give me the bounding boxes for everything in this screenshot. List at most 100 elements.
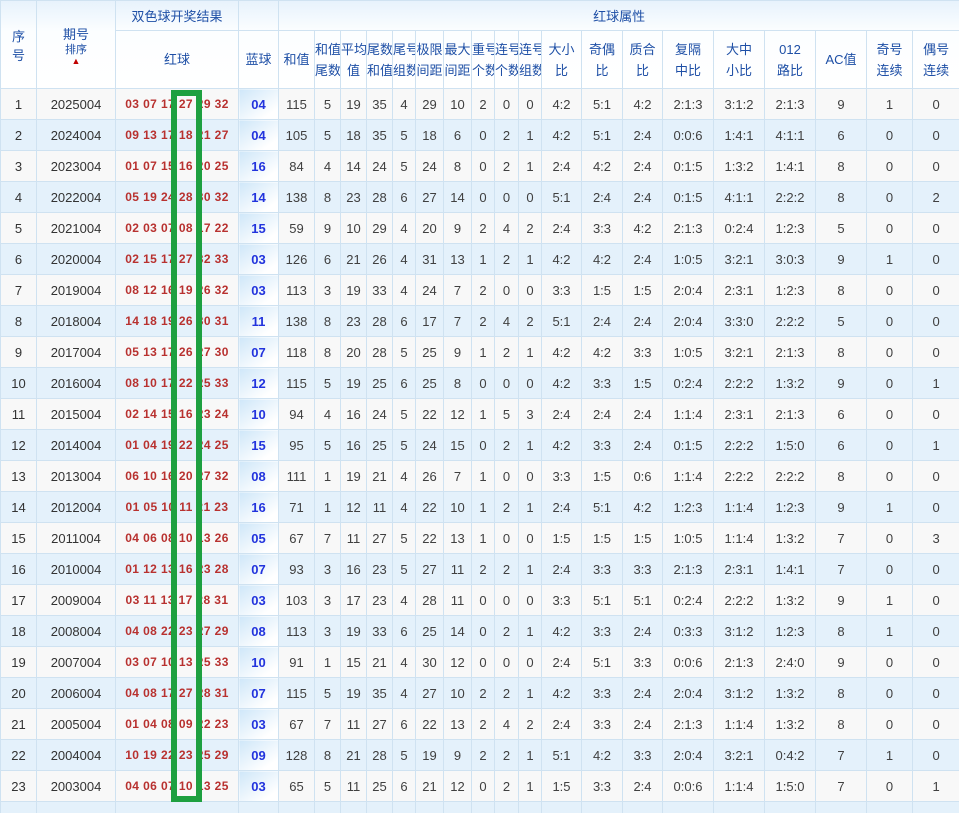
attr-header-line2: 比	[635, 62, 649, 78]
attr-cell-18: 0	[911, 460, 959, 492]
attr-header-line1: 和值	[283, 52, 310, 67]
attr-cell-17: 0	[866, 274, 913, 306]
attr-cell-18: 1	[911, 429, 959, 461]
attr-cell-1: 5	[314, 119, 341, 151]
attr-cell-14: 4:1:1	[713, 181, 765, 213]
attr-cell-11: 5:1	[581, 584, 623, 616]
attr-cell-4: 4	[392, 584, 416, 616]
attr-header-line1: 偶号	[923, 41, 950, 57]
period-cell: 2011004	[36, 522, 116, 554]
col-header-attr-15: 012 路比	[764, 30, 816, 89]
attr-cell-14: 2:2:2	[713, 460, 765, 492]
attr-cell-16: 7	[815, 739, 867, 771]
attr-header-line2: 连续	[923, 62, 950, 78]
blue-ball-cell: 04	[238, 119, 279, 151]
attr-cell-0: 71	[278, 491, 315, 523]
red-balls-cell: 03 07 10 13 25 33	[115, 646, 239, 678]
attr-cell-1: 5	[314, 770, 341, 802]
attr-header-line1: 连号	[495, 41, 519, 57]
attr-cell-2: 19	[340, 677, 367, 709]
attr-cell-17: 0	[866, 677, 913, 709]
attr-cell-16: 8	[815, 150, 867, 182]
attr-cell-2: 15	[340, 646, 367, 678]
col-header-attr-11: 奇偶比	[581, 30, 623, 89]
attr-cell-13: 0:0:6	[662, 119, 714, 151]
attr-cell-6: 13	[443, 708, 472, 740]
partial-bottom-row	[0, 801, 959, 813]
attr-cell-17: 0	[866, 429, 913, 461]
partial-cell	[238, 801, 279, 813]
attr-cell-10: 1:5	[541, 770, 582, 802]
attr-cell-5: 25	[415, 615, 444, 647]
attr-cell-5: 27	[415, 677, 444, 709]
red-balls-cell: 05 19 24 28 30 32	[115, 181, 239, 213]
attr-cell-2: 20	[340, 336, 367, 368]
period-label: 期号	[62, 26, 89, 42]
attr-cell-12: 2:4	[622, 305, 663, 337]
attr-cell-18: 0	[911, 677, 959, 709]
blue-ball-cell: 04	[238, 88, 279, 120]
table-row: 23 2003004 04 06 07 10 13 25 03 65 5 11 25 6 21 12…	[0, 770, 959, 802]
period-cell: 2012004	[36, 491, 116, 523]
attr-cell-12: 1:5	[622, 367, 663, 399]
sort-ascending-icon[interactable]: ▲	[38, 56, 115, 66]
attr-cell-7: 0	[471, 181, 495, 213]
blue-ball-cell: 15	[238, 212, 279, 244]
seq-cell: 14	[0, 491, 37, 523]
attr-cell-2: 16	[340, 553, 367, 585]
partial-cell	[340, 801, 367, 813]
period-cell: 2005004	[36, 708, 116, 740]
red-balls-cell: 03 07 17 27 29 32	[115, 88, 239, 120]
table-row: 3 2023004 01 07 15 16 20 25 16 84 4 14 24 5 24 8 0 2…	[0, 150, 959, 182]
attr-cell-5: 22	[415, 398, 444, 430]
col-header-attr-12: 质合比	[622, 30, 663, 89]
attr-cell-0: 105	[278, 119, 315, 151]
attr-cell-8: 0	[494, 181, 519, 213]
partial-cell	[815, 801, 867, 813]
col-header-period-sort[interactable]: 期号 排序 ▲	[36, 0, 116, 89]
attr-cell-18: 0	[911, 119, 959, 151]
attr-cell-2: 17	[340, 584, 367, 616]
attr-cell-3: 35	[366, 119, 393, 151]
attr-header-line1: 平均	[341, 41, 367, 57]
attr-cell-17: 0	[866, 522, 913, 554]
attr-cell-0: 94	[278, 398, 315, 430]
col-header-attr-9: 连号组数	[518, 30, 542, 89]
attr-header-line2: 组数	[519, 62, 541, 78]
blue-ball-cell: 12	[238, 367, 279, 399]
attr-cell-1: 3	[314, 553, 341, 585]
attr-cell-15: 1:4:1	[764, 150, 816, 182]
sort-label[interactable]: 排序	[38, 43, 115, 57]
attr-cell-17: 0	[866, 212, 913, 244]
attr-cell-10: 2:4	[541, 150, 582, 182]
attr-cell-15: 1:3:2	[764, 584, 816, 616]
attr-cell-17: 1	[866, 243, 913, 275]
attr-cell-8: 0	[494, 584, 519, 616]
attr-cell-1: 1	[314, 460, 341, 492]
attr-cell-12: 5:1	[622, 584, 663, 616]
attr-cell-5: 30	[415, 646, 444, 678]
attr-cell-10: 4:2	[541, 429, 582, 461]
attr-cell-13: 0:3:3	[662, 615, 714, 647]
attr-header-line1: 奇号	[876, 41, 903, 57]
attr-cell-2: 16	[340, 429, 367, 461]
attr-cell-18: 1	[911, 367, 959, 399]
attr-cell-10: 5:1	[541, 181, 582, 213]
table-row: 5 2021004 02 03 07 08 17 22 15 59 9 10 29 4 20 9 2 4…	[0, 212, 959, 244]
seq-cell: 3	[0, 150, 37, 182]
attr-cell-8: 0	[494, 522, 519, 554]
attr-cell-17: 0	[866, 181, 913, 213]
attr-cell-0: 93	[278, 553, 315, 585]
attr-cell-15: 2:2:2	[764, 460, 816, 492]
attr-cell-10: 4:2	[541, 367, 582, 399]
attr-cell-2: 19	[340, 367, 367, 399]
attr-cell-11: 3:3	[581, 429, 623, 461]
attr-cell-1: 8	[314, 739, 341, 771]
attr-cell-14: 2:2:2	[713, 429, 765, 461]
table-row: 14 2012004 01 05 10 11 21 23 16 71 1 12 11 4 22 10…	[0, 491, 959, 523]
attr-cell-10: 4:2	[541, 243, 582, 275]
attr-cell-0: 111	[278, 460, 315, 492]
blue-ball-cell: 03	[238, 274, 279, 306]
seq-label-line1: 序	[11, 28, 25, 44]
attr-cell-4: 4	[392, 212, 416, 244]
